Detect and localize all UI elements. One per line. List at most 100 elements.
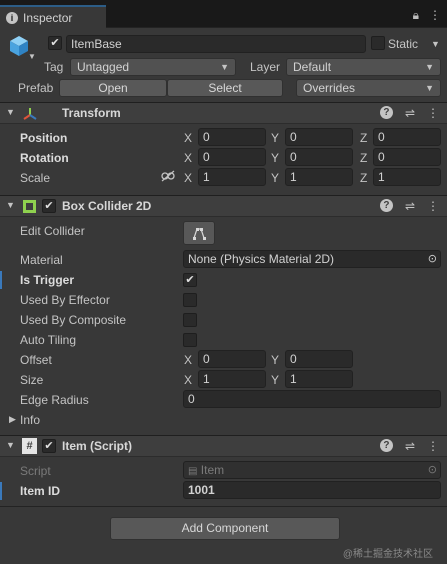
scale-label: Scale xyxy=(20,171,51,185)
item-script-enabled-checkbox[interactable]: ✔ xyxy=(42,439,56,453)
rotation-y-input[interactable]: 0 xyxy=(285,148,353,166)
material-label: Material xyxy=(20,253,63,267)
axis-z-label: Z xyxy=(360,131,368,145)
axis-x-label: X xyxy=(184,373,193,387)
used-by-effector-checkbox[interactable] xyxy=(183,293,197,307)
axis-z-label: Z xyxy=(360,171,368,185)
object-picker-icon: ⊙ xyxy=(427,464,437,476)
modified-indicator xyxy=(0,482,2,500)
transform-axes-icon xyxy=(23,108,37,120)
scale-x-input[interactable]: 1 xyxy=(198,168,266,186)
static-checkbox[interactable] xyxy=(371,36,385,50)
info-foldout[interactable]: Info xyxy=(20,413,40,427)
prefab-open-button[interactable]: Open xyxy=(59,79,167,97)
tag-label: Tag xyxy=(44,60,64,74)
position-x-input[interactable]: 0 xyxy=(198,128,266,146)
fold-down-icon[interactable]: ▼ xyxy=(6,440,15,450)
prefab-select-button[interactable]: Select xyxy=(167,79,283,97)
divider xyxy=(0,506,447,507)
context-menu-icon[interactable]: ⋮ xyxy=(427,106,439,120)
gameobject-name-input[interactable]: ItemBase xyxy=(66,35,366,53)
axis-x-label: X xyxy=(184,151,193,165)
context-menu-icon[interactable]: ⋮ xyxy=(427,439,439,453)
position-z-input[interactable]: 0 xyxy=(373,128,441,146)
axis-y-label: Y xyxy=(271,171,280,185)
item-script-header[interactable]: ▼ # ✔ Item (Script) ? ⇌ ⋮ xyxy=(0,435,447,457)
chevron-down-icon: ▼ xyxy=(220,62,229,72)
axis-z-label: Z xyxy=(360,151,368,165)
script-object-field: ▤ Item ⊙ xyxy=(183,461,441,479)
rotation-x-input[interactable]: 0 xyxy=(198,148,266,166)
layer-label: Layer xyxy=(250,60,281,74)
chevron-down-icon: ▼ xyxy=(425,83,434,93)
is-trigger-checkbox[interactable]: ✔ xyxy=(183,273,197,287)
gameobject-cube-icon xyxy=(10,36,28,56)
transform-header[interactable]: ▼ Transform ? ⇌ ⋮ xyxy=(0,102,447,124)
axis-x-label: X xyxy=(184,131,193,145)
transform-title: Transform xyxy=(62,106,121,120)
preset-sliders-icon[interactable]: ⇌ xyxy=(405,199,415,213)
box-collider-enabled-checkbox[interactable]: ✔ xyxy=(42,199,56,213)
box-collider-header[interactable]: ▼ ✔ Box Collider 2D ? ⇌ ⋮ xyxy=(0,195,447,217)
preset-sliders-icon[interactable]: ⇌ xyxy=(405,439,415,453)
script-label: Script xyxy=(20,464,51,478)
scale-z-input[interactable]: 1 xyxy=(373,168,441,186)
item-id-label: Item ID xyxy=(20,484,61,498)
fold-right-icon[interactable]: ▶ xyxy=(9,414,16,425)
offset-label: Offset xyxy=(20,353,52,367)
axis-y-label: Y xyxy=(271,373,280,387)
scale-link-icon[interactable] xyxy=(161,170,175,182)
help-icon[interactable]: ? xyxy=(379,106,393,119)
edit-collider-label: Edit Collider xyxy=(20,224,85,238)
tab-bar: i Inspector 🔒︎ ⋮ xyxy=(0,0,447,28)
watermark: @稀土掘金技术社区 xyxy=(342,549,433,560)
context-menu-icon[interactable]: ⋮ xyxy=(427,199,439,213)
size-y-input[interactable]: 1 xyxy=(285,370,353,388)
material-value: None (Physics Material 2D) xyxy=(188,252,335,266)
rotation-z-input[interactable]: 0 xyxy=(373,148,441,166)
fold-down-icon[interactable]: ▼ xyxy=(6,107,15,117)
edge-radius-input[interactable]: 0 xyxy=(183,390,441,408)
used-by-composite-checkbox[interactable] xyxy=(183,313,197,327)
tag-value: Untagged xyxy=(77,60,130,74)
position-label: Position xyxy=(20,131,68,145)
edit-collider-button[interactable] xyxy=(183,221,215,245)
axis-x-label: X xyxy=(184,171,193,185)
kebab-menu-icon[interactable]: ⋮ xyxy=(429,8,441,23)
icon-dropdown-arrow-icon[interactable]: ▼ xyxy=(28,52,36,61)
chevron-down-icon: ▼ xyxy=(425,62,434,72)
offset-x-input[interactable]: 0 xyxy=(198,350,266,368)
offset-y-input[interactable]: 0 xyxy=(285,350,353,368)
rotation-label: Rotation xyxy=(20,151,69,165)
size-x-input[interactable]: 1 xyxy=(198,370,266,388)
auto-tiling-checkbox[interactable] xyxy=(183,333,197,347)
script-file-icon: # xyxy=(22,438,37,454)
used-by-effector-label: Used By Effector xyxy=(20,293,110,307)
preset-sliders-icon[interactable]: ⇌ xyxy=(405,106,415,120)
fold-down-icon[interactable]: ▼ xyxy=(6,200,15,210)
add-component-button[interactable]: Add Component xyxy=(110,517,340,540)
position-y-input[interactable]: 0 xyxy=(285,128,353,146)
size-label: Size xyxy=(20,373,44,387)
axis-y-label: Y xyxy=(271,131,280,145)
prefab-overrides-dropdown[interactable]: Overrides ▼ xyxy=(296,79,441,97)
object-picker-icon[interactable]: ⊙ xyxy=(428,251,437,267)
tab-inspector[interactable]: i Inspector xyxy=(0,5,106,28)
box-collider-icon xyxy=(23,200,36,213)
static-dropdown-arrow-icon[interactable]: ▼ xyxy=(431,39,440,49)
help-icon[interactable]: ? xyxy=(379,439,393,452)
static-label: Static xyxy=(388,37,419,51)
edge-radius-label: Edge Radius xyxy=(20,393,89,407)
lock-icon[interactable]: 🔒︎ xyxy=(413,8,419,23)
axis-y-label: Y xyxy=(271,353,280,367)
scale-y-input[interactable]: 1 xyxy=(285,168,353,186)
material-object-field[interactable]: None (Physics Material 2D) ⊙ xyxy=(183,250,441,268)
item-id-input[interactable]: 1001 xyxy=(183,481,441,499)
axis-x-label: X xyxy=(184,353,193,367)
tag-dropdown[interactable]: Untagged ▼ xyxy=(70,58,236,76)
script-asset-icon: ▤ xyxy=(188,466,198,477)
layer-value: Default xyxy=(293,60,332,74)
gameobject-active-checkbox[interactable]: ✔ xyxy=(48,36,62,50)
help-icon[interactable]: ? xyxy=(379,199,393,212)
layer-dropdown[interactable]: Default ▼ xyxy=(286,58,441,76)
